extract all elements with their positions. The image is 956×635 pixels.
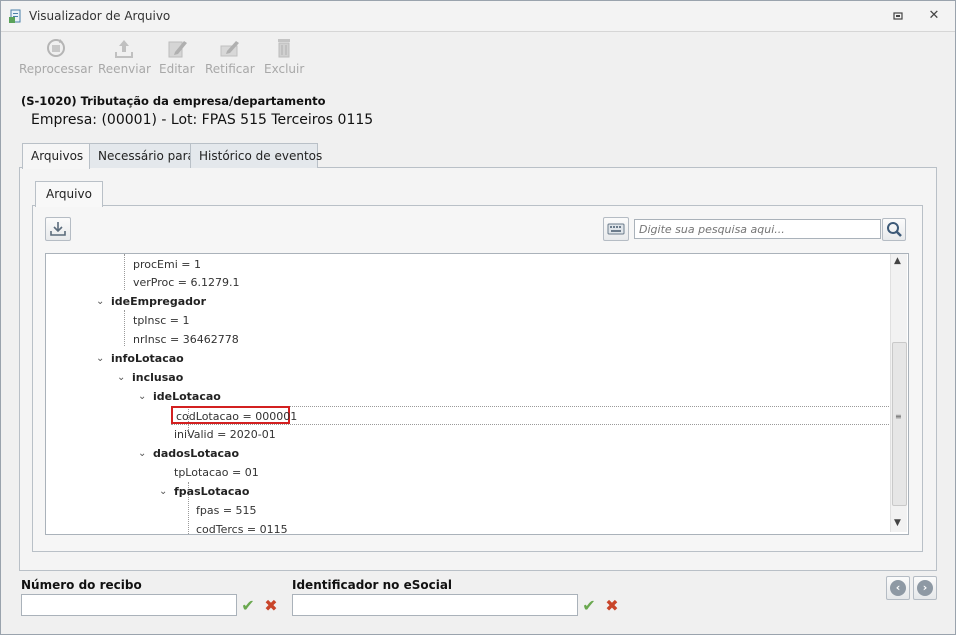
expand-caret-icon[interactable]: ⌄ xyxy=(138,391,146,402)
tree-node-nrInsc[interactable]: nrInsc = 36462778 xyxy=(133,333,239,347)
expand-caret-icon[interactable]: ⌄ xyxy=(96,296,104,307)
tab-historico-eventos[interactable]: Histórico de eventos xyxy=(190,143,322,168)
rectify-label: Retificar xyxy=(205,62,255,76)
reprocess-button[interactable]: Reprocessar xyxy=(19,36,93,76)
tab-arquivos[interactable]: Arquivos xyxy=(22,143,90,169)
esocial-id-label: Identificador no eSocial xyxy=(292,578,453,592)
receipt-number-label: Número do recibo xyxy=(21,578,142,592)
tree-node-codLotacao[interactable]: codLotacao = 000001 xyxy=(171,406,297,424)
search-input[interactable] xyxy=(634,219,881,239)
close-icon: ✕ xyxy=(928,8,940,23)
previous-button[interactable]: ‹ xyxy=(886,576,910,600)
grip-icon: ≡ xyxy=(895,412,902,421)
tree-guide xyxy=(124,254,125,290)
edit-label: Editar xyxy=(159,62,195,76)
clear-receipt-button[interactable]: ✖ xyxy=(260,595,282,616)
reprocess-icon xyxy=(46,39,65,57)
scroll-thumb[interactable]: ≡ xyxy=(892,342,907,506)
esocial-id-input[interactable] xyxy=(292,594,578,616)
tree-node-iniValid[interactable]: iniValid = 2020-01 xyxy=(174,428,276,442)
upload-icon xyxy=(115,40,134,58)
scroll-up-icon[interactable]: ▲ xyxy=(894,256,901,266)
search-button[interactable] xyxy=(882,218,906,241)
search-icon xyxy=(887,222,902,237)
expand-caret-icon[interactable]: ⌄ xyxy=(159,486,167,497)
receipt-number-input[interactable] xyxy=(21,594,237,616)
tree-node-fpas[interactable]: fpas = 515 xyxy=(196,504,257,518)
file-viewer-window: Visualizador de Arquivo ✕ Reprocessar Re… xyxy=(0,0,956,635)
tree-node-ideEmpregador[interactable]: ideEmpregador xyxy=(111,295,206,309)
resend-button[interactable]: Reenviar xyxy=(98,36,151,76)
clear-esocial-button[interactable]: ✖ xyxy=(601,595,623,616)
tree-node-tpLotacao[interactable]: tpLotacao = 01 xyxy=(174,466,259,480)
event-subtitle: Empresa: (00001) - Lot: FPAS 515 Terceir… xyxy=(31,112,374,128)
arrow-left-icon: ‹ xyxy=(890,580,906,596)
delete-button[interactable]: Excluir xyxy=(264,36,304,76)
window-title: Visualizador de Arquivo xyxy=(29,9,171,23)
tree-node-codTercs[interactable]: codTercs = 0115 xyxy=(196,523,288,534)
x-icon: ✖ xyxy=(264,596,278,615)
download-button[interactable] xyxy=(45,217,71,241)
tab-arquivo[interactable]: Arquivo xyxy=(35,181,103,207)
check-icon: ✔ xyxy=(582,596,596,615)
xml-tree-view[interactable]: procEmi = 1 verProc = 6.1279.1 ⌄ ideEmpr… xyxy=(45,253,909,535)
x-icon: ✖ xyxy=(605,596,619,615)
edit-icon xyxy=(168,41,187,58)
reprocess-label: Reprocessar xyxy=(19,62,93,76)
tree-node-dadosLotacao[interactable]: dadosLotacao xyxy=(153,447,239,461)
rectify-icon xyxy=(220,41,239,57)
check-icon: ✔ xyxy=(241,596,255,615)
delete-label: Excluir xyxy=(264,62,305,76)
toolbar: Reprocessar Reenviar Editar Retificar Ex… xyxy=(9,32,947,84)
event-title: (S-1020) Tributação da empresa/departame… xyxy=(21,94,326,108)
edit-button[interactable]: Editar xyxy=(159,36,195,76)
tree-node-fpasLotacao[interactable]: fpasLotacao xyxy=(174,485,249,499)
tree-node-tpInsc[interactable]: tpInsc = 1 xyxy=(133,314,190,328)
expand-caret-icon[interactable]: ⌄ xyxy=(117,372,125,383)
resend-label: Reenviar xyxy=(98,62,151,76)
document-icon xyxy=(9,9,21,23)
scroll-down-icon[interactable]: ▼ xyxy=(894,518,901,528)
rectify-button[interactable]: Retificar xyxy=(205,36,255,76)
keyboard-button[interactable] xyxy=(603,217,629,241)
tree-node-ideLotacao[interactable]: ideLotacao xyxy=(153,390,221,404)
title-bar: Visualizador de Arquivo ✕ xyxy=(1,1,955,32)
keyboard-icon xyxy=(607,223,625,235)
confirm-esocial-button[interactable]: ✔ xyxy=(578,595,600,616)
restore-button[interactable] xyxy=(889,7,907,25)
trash-icon xyxy=(278,39,291,58)
tree-guide xyxy=(124,310,125,346)
tree-node-verProc[interactable]: verProc = 6.1279.1 xyxy=(133,276,240,290)
tree-node-infoLotacao[interactable]: infoLotacao xyxy=(111,352,184,366)
close-button[interactable]: ✕ xyxy=(925,7,943,25)
next-button[interactable]: › xyxy=(913,576,937,600)
expand-caret-icon[interactable]: ⌄ xyxy=(96,353,104,364)
confirm-receipt-button[interactable]: ✔ xyxy=(237,595,259,616)
arrow-right-icon: › xyxy=(917,580,933,596)
restore-icon xyxy=(893,12,903,20)
tree-node-inclusao[interactable]: inclusao xyxy=(132,371,183,385)
tab-necessario-para[interactable]: Necessário para xyxy=(89,143,195,168)
tree-node-procEmi[interactable]: procEmi = 1 xyxy=(133,258,201,272)
tree-scrollbar[interactable]: ▲ ≡ ▼ xyxy=(890,254,907,532)
download-icon xyxy=(50,222,66,236)
expand-caret-icon[interactable]: ⌄ xyxy=(138,448,146,459)
